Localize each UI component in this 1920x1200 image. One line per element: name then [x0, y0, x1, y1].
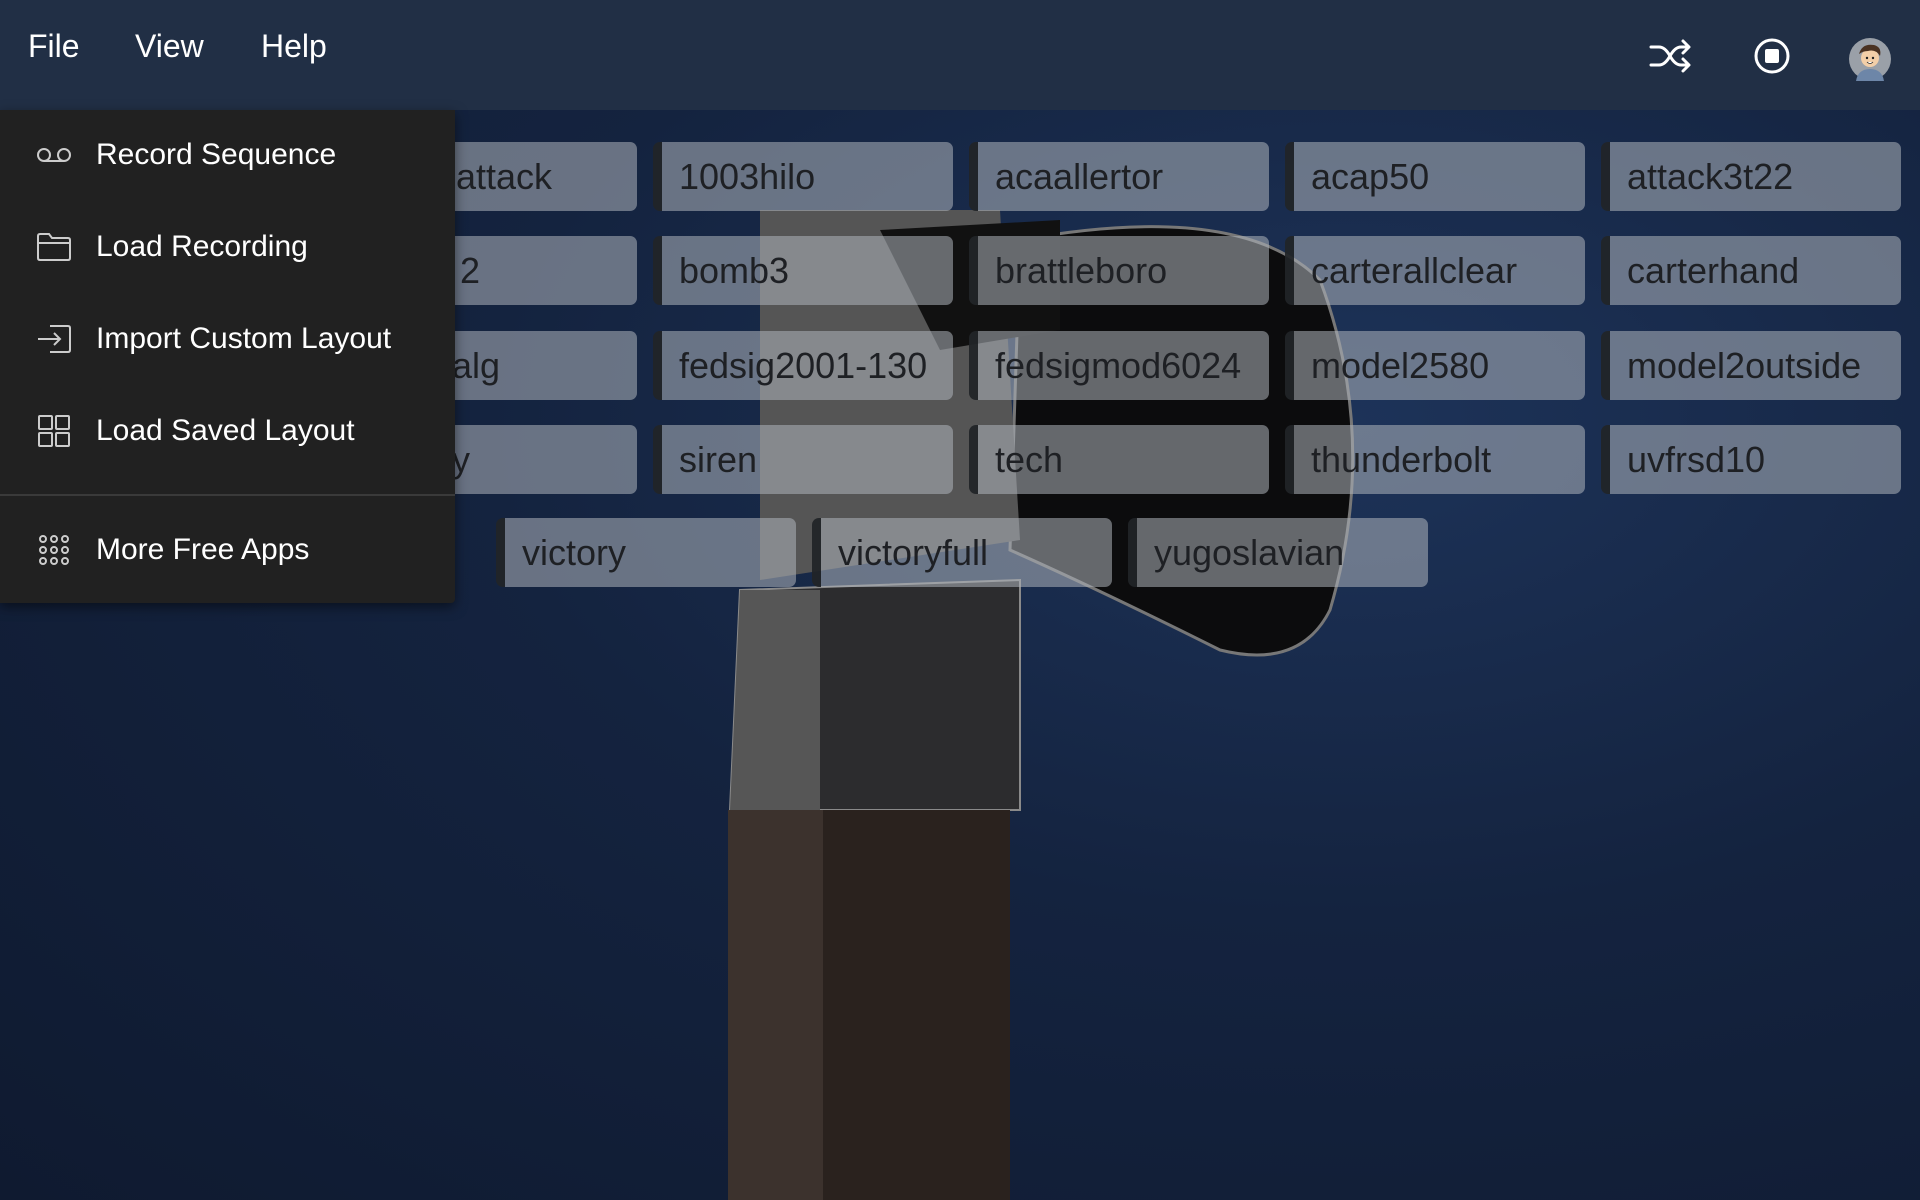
sound-button[interactable]: bomb3 [653, 236, 953, 305]
menu-item-import-custom-layout[interactable]: Import Custom Layout [0, 299, 455, 379]
menu-item-load-recording[interactable]: Load Recording [0, 207, 455, 287]
menu-item-label: Record Sequence [96, 138, 337, 171]
menu-item-label: Load Recording [96, 230, 308, 263]
menu-item-record-sequence[interactable]: Record Sequence [0, 115, 455, 195]
file-menu-dropdown: Record Sequence Load Recording Import Cu… [0, 110, 455, 603]
sound-button[interactable]: siren [653, 425, 953, 494]
sound-button[interactable]: carterhand [1601, 236, 1901, 305]
menu-item-label: More Free Apps [96, 533, 310, 566]
sound-button[interactable]: victoryfull [812, 518, 1112, 587]
menu-divider [0, 494, 455, 496]
voicemail-icon [37, 148, 71, 162]
apps-icon [39, 535, 69, 565]
sound-button[interactable]: 1003hilo [653, 142, 953, 211]
sound-button[interactable]: thunderbolt [1285, 425, 1585, 494]
sound-button[interactable]: attack3t22 [1601, 142, 1901, 211]
sound-button[interactable]: brattleboro [969, 236, 1269, 305]
top-bar: File View Help [0, 0, 1920, 110]
menu-help[interactable]: Help [261, 28, 327, 65]
sound-button[interactable]: model2580 [1285, 331, 1585, 400]
folder-icon [37, 233, 71, 261]
sound-button[interactable]: model2outside [1601, 331, 1901, 400]
menu-item-load-saved-layout[interactable]: Load Saved Layout [0, 391, 455, 471]
sound-button[interactable]: acap50 [1285, 142, 1585, 211]
shuffle-icon[interactable] [1648, 34, 1692, 78]
stop-icon[interactable] [1750, 34, 1794, 78]
sound-button[interactable]: yugoslavian [1128, 518, 1428, 587]
sound-button[interactable]: fedsig2001-130 [653, 331, 953, 400]
sound-button[interactable]: carterallclear [1285, 236, 1585, 305]
avatar[interactable] [1848, 37, 1892, 81]
menu-item-more-free-apps[interactable]: More Free Apps [0, 510, 455, 590]
grid-icon [38, 415, 70, 447]
menu-item-label: Import Custom Layout [96, 322, 392, 355]
import-icon [38, 325, 71, 353]
menu-item-label: Load Saved Layout [96, 414, 355, 447]
sound-button[interactable]: fedsigmod6024 [969, 331, 1269, 400]
sound-button[interactable]: victory [496, 518, 796, 587]
sound-button[interactable]: tech [969, 425, 1269, 494]
sound-button[interactable]: acaallertor [969, 142, 1269, 211]
menu-file[interactable]: File [28, 28, 80, 65]
menu-view[interactable]: View [135, 28, 204, 65]
sound-button[interactable]: uvfrsd10 [1601, 425, 1901, 494]
